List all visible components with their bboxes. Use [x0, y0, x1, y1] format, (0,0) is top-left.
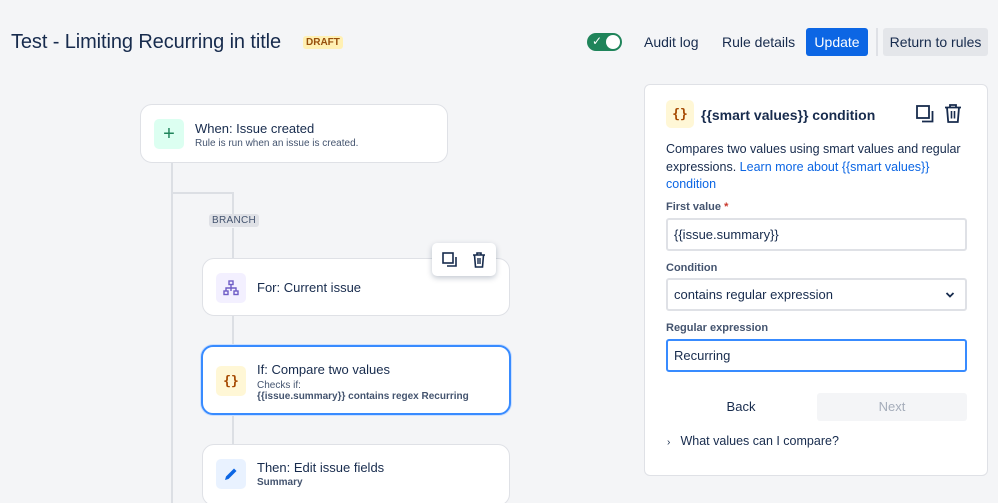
if-step-title: If: Compare two values: [257, 362, 390, 377]
step-actions-popover: [432, 243, 496, 276]
chevron-down-icon: [945, 292, 955, 298]
connector-line: [232, 316, 234, 346]
return-to-rules-button[interactable]: Return to rules: [883, 28, 988, 56]
panel-description: Compares two values using smart values a…: [666, 141, 976, 194]
expander-label: What values can I compare?: [680, 434, 839, 448]
page-title: Test - Limiting Recurring in title: [11, 31, 282, 53]
copy-icon[interactable]: [441, 251, 459, 269]
trigger-subtitle: Rule is run when an issue is created.: [195, 138, 359, 149]
braces-icon: {}: [666, 100, 694, 128]
regex-label: Regular expression: [666, 322, 769, 334]
connector-line: [232, 228, 234, 258]
first-value-label: First value *: [666, 201, 728, 213]
toggle-knob: [606, 35, 620, 49]
then-step-title: Then: Edit issue fields: [257, 460, 385, 475]
trigger-card[interactable]: + When: Issue created Rule is run when a…: [140, 104, 448, 163]
hierarchy-icon: [216, 273, 246, 303]
plus-icon: +: [154, 119, 184, 149]
then-step-detail: Summary: [257, 477, 303, 488]
condition-config-panel: {} {{smart values}} condition Compares t…: [644, 84, 988, 476]
check-icon: ✓: [592, 34, 603, 48]
what-values-expander[interactable]: › What values can I compare?: [667, 434, 839, 448]
panel-title: {{smart values}} condition: [701, 107, 876, 123]
if-step-detail: {{issue.summary}} contains regex Recurri…: [257, 391, 469, 402]
connector-line: [171, 163, 173, 503]
condition-label: Condition: [666, 262, 718, 274]
status-badge: DRAFT: [303, 36, 343, 49]
rule-enabled-toggle[interactable]: ✓: [587, 33, 622, 51]
audit-log-button[interactable]: Audit log: [634, 28, 708, 56]
trigger-title: When: Issue created: [195, 121, 315, 136]
rule-details-button[interactable]: Rule details: [712, 28, 805, 56]
copy-icon[interactable]: [915, 104, 935, 124]
connector-line: [232, 192, 234, 216]
required-marker: *: [724, 201, 729, 213]
if-step-card[interactable]: {} If: Compare two values Checks if: {{i…: [201, 345, 511, 415]
first-value-label-text: First value: [666, 201, 722, 213]
first-value-input[interactable]: {{issue.summary}}: [666, 218, 967, 251]
pencil-icon: [216, 459, 246, 489]
regex-input[interactable]: Recurring: [666, 339, 967, 372]
header-divider: [876, 28, 878, 56]
update-button[interactable]: Update: [806, 28, 868, 56]
trash-icon[interactable]: [470, 251, 488, 269]
condition-select[interactable]: contains regular expression: [666, 278, 967, 311]
then-step-card[interactable]: Then: Edit issue fields Summary: [202, 444, 510, 503]
for-step-title: For: Current issue: [257, 280, 362, 295]
braces-icon: {}: [216, 366, 246, 396]
branch-badge: BRANCH: [209, 214, 260, 227]
if-step-checks: Checks if:: [257, 380, 301, 391]
chevron-right-icon: ›: [667, 437, 671, 448]
next-button[interactable]: Next: [817, 393, 967, 421]
back-button[interactable]: Back: [666, 393, 816, 421]
page-header: Test - Limiting Recurring in title DRAFT…: [0, 0, 998, 84]
condition-selected-value: contains regular expression: [674, 287, 833, 302]
connector-line: [232, 414, 234, 444]
connector-branch-curve: [171, 192, 233, 194]
trash-icon[interactable]: [943, 103, 963, 124]
